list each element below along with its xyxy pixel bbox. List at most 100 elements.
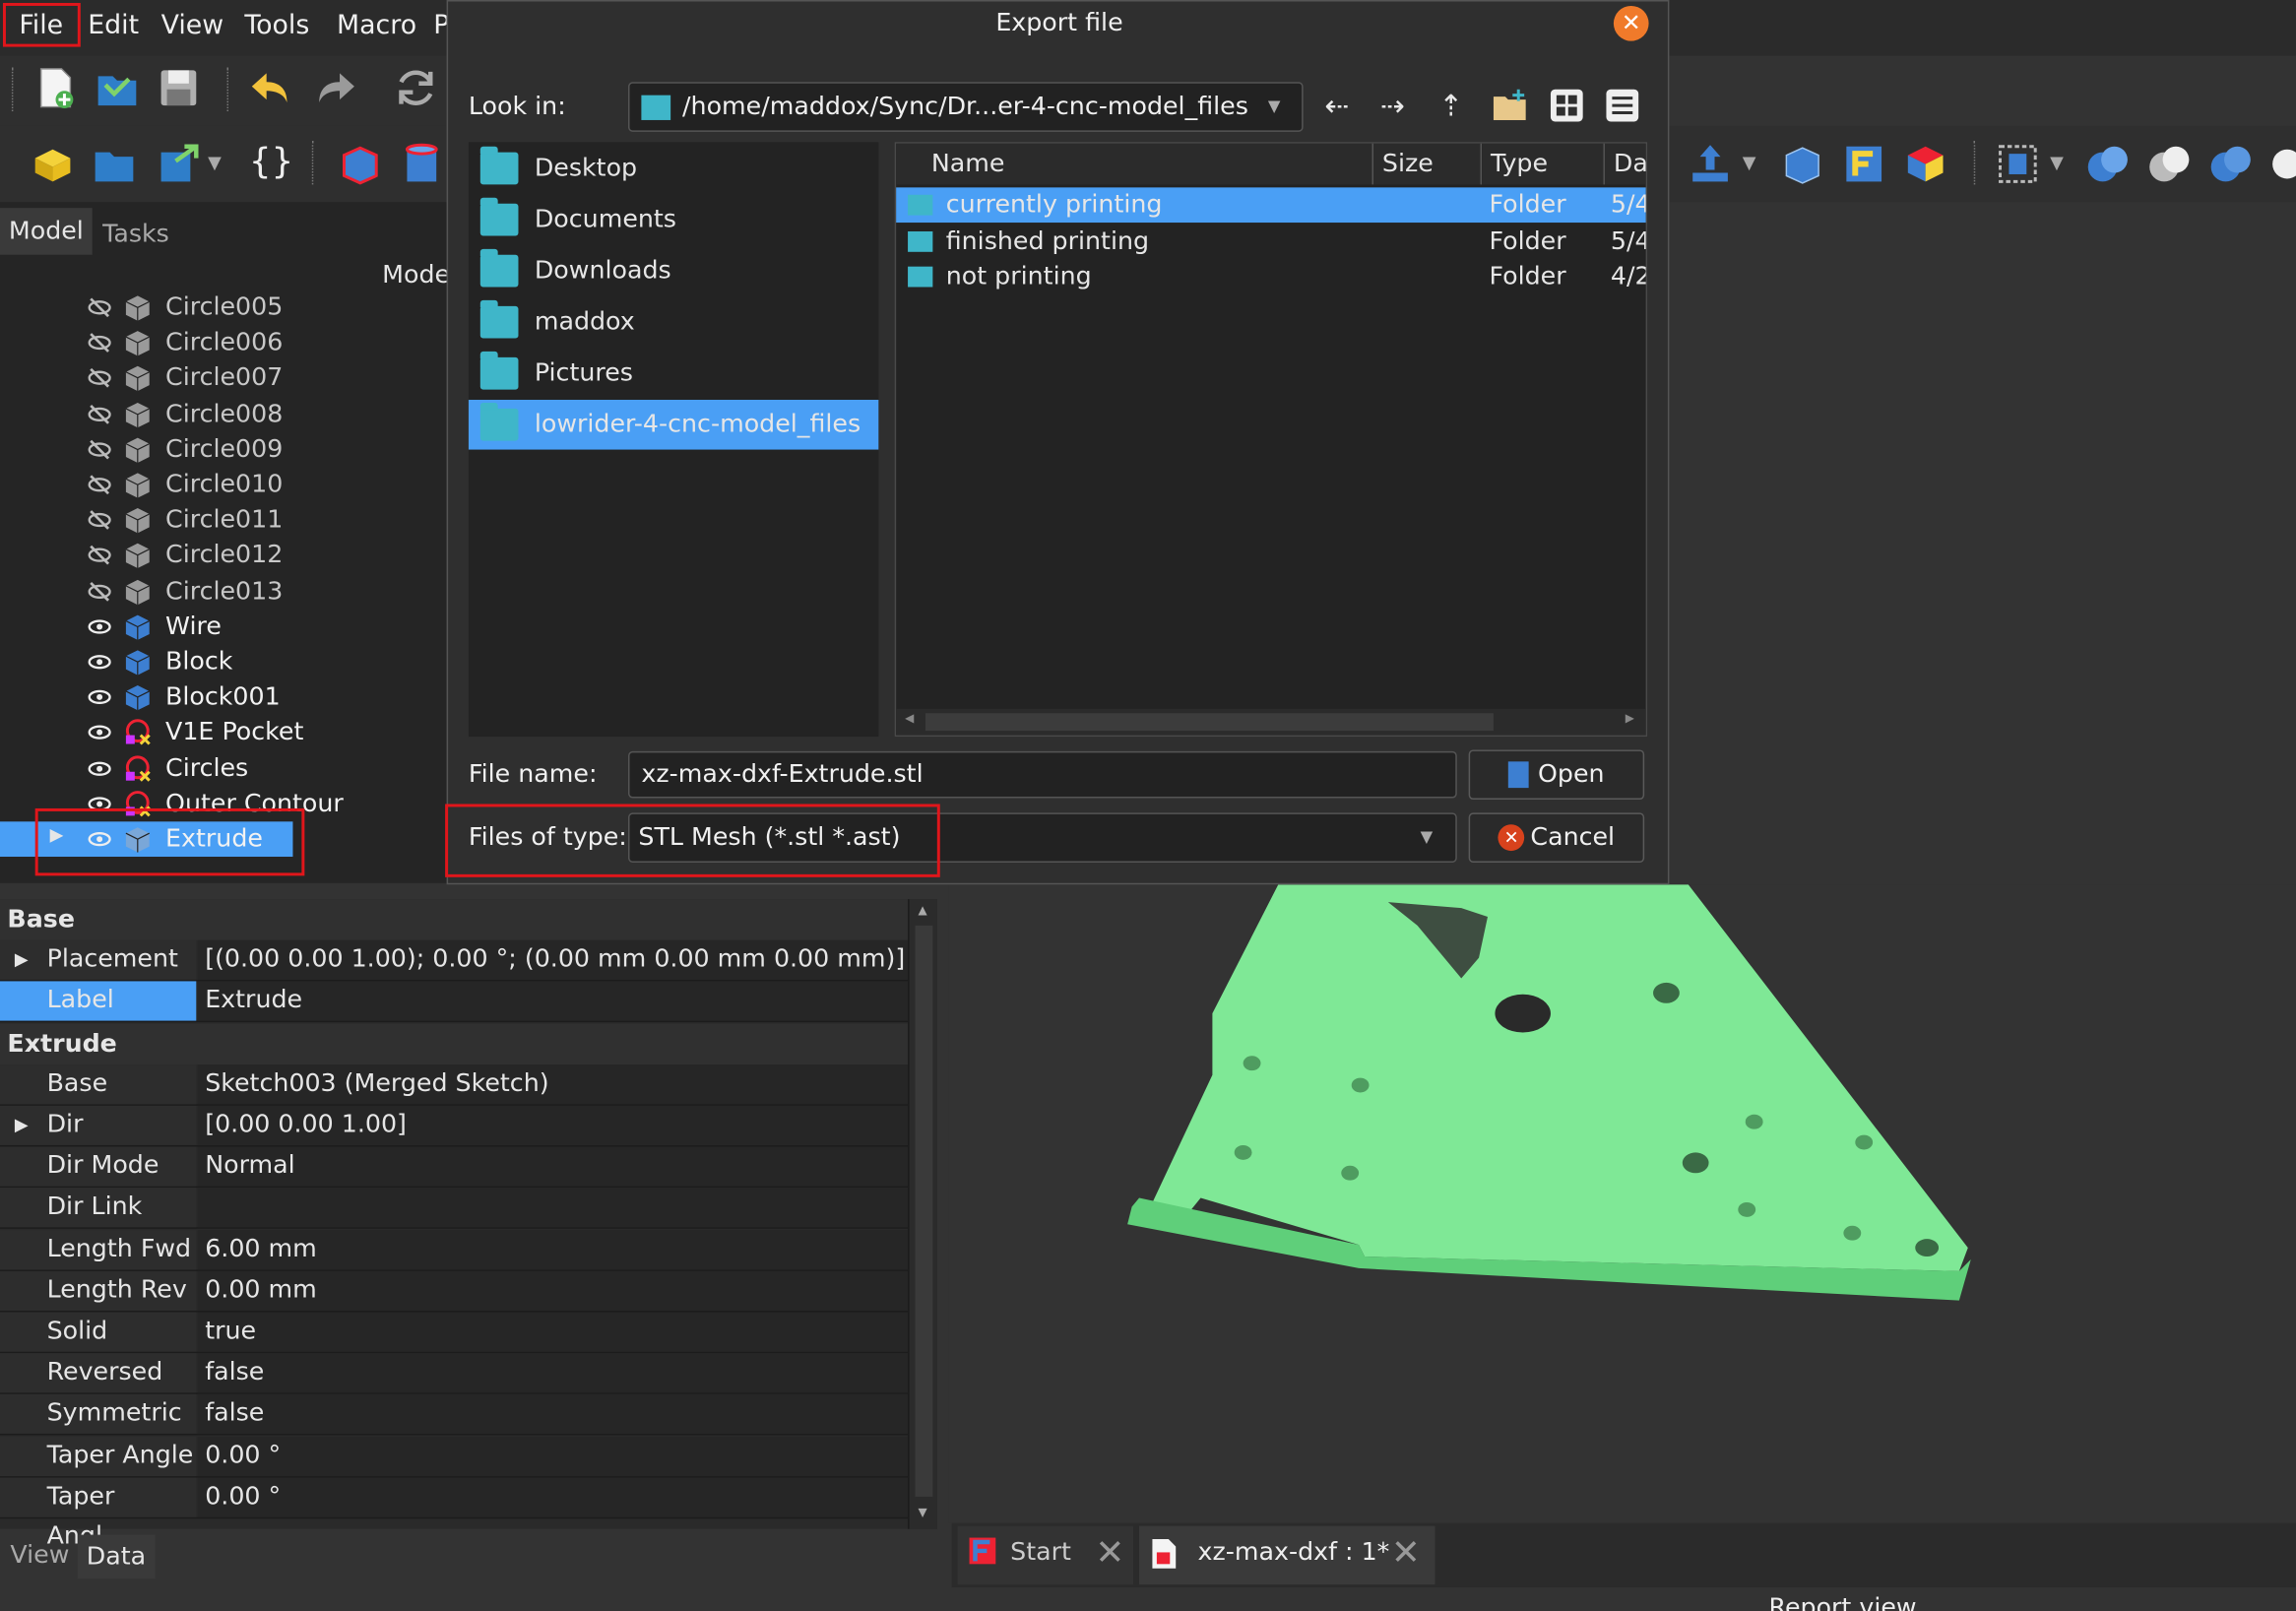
- part-cylinder-icon[interactable]: [399, 141, 446, 188]
- tree-item[interactable]: Circles: [0, 750, 447, 786]
- boolean-common-icon[interactable]: [2266, 141, 2296, 188]
- list-view-icon[interactable]: [1549, 88, 1584, 123]
- tree-item[interactable]: Circle013: [0, 573, 447, 609]
- property-value[interactable]: 0.00 mm: [197, 1270, 909, 1311]
- detail-view-icon[interactable]: [1605, 88, 1640, 123]
- place-item[interactable]: lowrider-4-cnc-model_files: [468, 400, 879, 450]
- column-header-size[interactable]: Size: [1372, 143, 1483, 185]
- property-group-header[interactable]: Extrude: [0, 1022, 909, 1064]
- tree-item[interactable]: Circle008: [0, 396, 447, 431]
- tab-data[interactable]: Data: [77, 1534, 156, 1579]
- eye-hidden-icon[interactable]: [88, 544, 111, 566]
- scroll-right-icon[interactable]: ▶: [1626, 712, 1634, 725]
- view-axonometric-icon[interactable]: [1779, 141, 1826, 188]
- place-item[interactable]: Downloads: [469, 246, 878, 296]
- tree-item[interactable]: V1E Pocket: [0, 715, 447, 750]
- file-name-input[interactable]: xz-max-dxf-Extrude.stl: [628, 750, 1457, 799]
- tab-tasks[interactable]: Tasks: [94, 211, 178, 258]
- scroll-left-icon[interactable]: ◀: [905, 712, 914, 725]
- 3d-view[interactable]: [948, 884, 2296, 1523]
- chevron-down-icon[interactable]: ▼: [1743, 153, 1756, 173]
- link-icon[interactable]: [156, 141, 203, 188]
- property-value[interactable]: 0.00 °: [197, 1477, 909, 1517]
- property-row[interactable]: Symmetric false: [0, 1394, 909, 1437]
- property-value[interactable]: Normal: [197, 1146, 909, 1187]
- eye-hidden-icon[interactable]: [88, 295, 111, 318]
- eye-hidden-icon[interactable]: [88, 402, 111, 424]
- undo-icon[interactable]: [249, 64, 296, 111]
- place-item[interactable]: Desktop: [469, 144, 878, 194]
- boolean-cut-icon[interactable]: [2146, 141, 2194, 188]
- open-button[interactable]: Open: [1468, 749, 1645, 801]
- tree-item[interactable]: Circle005: [0, 290, 447, 325]
- eye-hidden-icon[interactable]: [88, 508, 111, 531]
- column-header-date[interactable]: Dat: [1604, 143, 1646, 185]
- close-dialog-icon[interactable]: ✕: [1613, 5, 1649, 41]
- property-row[interactable]: Taper Angl...0.00 °: [0, 1477, 909, 1551]
- fem-icon[interactable]: [1840, 141, 1887, 188]
- column-header-name[interactable]: Name: [896, 143, 1373, 185]
- open-document-icon[interactable]: [94, 64, 141, 111]
- scrollbar-thumb[interactable]: [915, 925, 933, 1497]
- place-item[interactable]: Documents: [469, 195, 878, 245]
- part-box-icon[interactable]: [337, 141, 384, 188]
- tree-item[interactable]: Circle009: [0, 431, 447, 467]
- redo-icon[interactable]: [310, 64, 357, 111]
- menu-macro[interactable]: Macro: [337, 10, 416, 40]
- property-row[interactable]: Length Rev 0.00 mm: [0, 1270, 909, 1313]
- refresh-icon[interactable]: [393, 64, 440, 111]
- property-value[interactable]: [(0.00 0.00 1.00); 0.00 °; (0.00 mm 0.00…: [197, 940, 909, 981]
- boolean-union-icon[interactable]: [2085, 141, 2133, 188]
- property-value[interactable]: 6.00 mm: [197, 1229, 909, 1269]
- tree-item[interactable]: Wire: [0, 609, 447, 644]
- property-value[interactable]: [0.00 0.00 1.00]: [197, 1105, 909, 1145]
- tree-item[interactable]: Circle010: [0, 467, 447, 502]
- file-list-hscrollbar[interactable]: ◀ ▶: [896, 708, 1646, 736]
- property-group-header[interactable]: Base: [0, 899, 909, 940]
- eye-icon[interactable]: [88, 721, 111, 741]
- parts-library-icon[interactable]: [30, 141, 77, 188]
- property-value[interactable]: false: [197, 1394, 909, 1435]
- property-row[interactable]: Dir Link: [0, 1188, 909, 1230]
- expand-arrow-icon[interactable]: ▶: [15, 1115, 29, 1135]
- tab-start[interactable]: Start ✕: [957, 1525, 1134, 1585]
- back-icon[interactable]: ⇠: [1317, 87, 1356, 125]
- eye-hidden-icon[interactable]: [88, 579, 111, 602]
- selection-box-icon[interactable]: [1995, 141, 2042, 188]
- eye-icon[interactable]: [88, 650, 111, 671]
- forward-icon[interactable]: ⇢: [1373, 87, 1412, 125]
- tree-item[interactable]: Circle012: [0, 538, 447, 573]
- cancel-button[interactable]: ✕ Cancel: [1468, 812, 1645, 863]
- menu-edit[interactable]: Edit: [88, 10, 139, 40]
- scroll-down-icon[interactable]: ▼: [918, 1506, 926, 1518]
- property-value[interactable]: Extrude: [197, 982, 909, 1022]
- save-icon[interactable]: [156, 64, 203, 111]
- property-row[interactable]: Taper Angle 0.00 °: [0, 1436, 909, 1477]
- column-header-type[interactable]: Type: [1482, 143, 1605, 185]
- eye-hidden-icon[interactable]: [88, 366, 111, 389]
- braces-icon[interactable]: {}: [249, 141, 293, 182]
- property-row[interactable]: Length Fwd 6.00 mm: [0, 1229, 909, 1271]
- property-row[interactable]: Solid true: [0, 1312, 909, 1354]
- tree-item[interactable]: Block: [0, 644, 447, 679]
- menu-view[interactable]: View: [161, 10, 224, 40]
- tree-item[interactable]: Block001: [0, 679, 447, 715]
- close-tab-icon[interactable]: ✕: [1095, 1532, 1124, 1574]
- property-value[interactable]: false: [197, 1353, 909, 1393]
- eye-icon[interactable]: [88, 614, 111, 635]
- property-value[interactable]: Sketch003 (Merged Sketch): [197, 1063, 909, 1105]
- tree-item[interactable]: Circle011: [0, 502, 447, 538]
- property-value[interactable]: [197, 1188, 909, 1228]
- tab-view[interactable]: View: [10, 1541, 69, 1571]
- property-row[interactable]: Dir Mode Normal: [0, 1146, 909, 1189]
- menu-tools[interactable]: Tools: [244, 10, 309, 40]
- file-row[interactable]: currently printing Folder 5/4: [896, 187, 1646, 224]
- eye-icon[interactable]: [88, 756, 111, 777]
- file-row[interactable]: finished printing Folder 5/4: [896, 224, 1646, 259]
- property-row[interactable]: Placement ▶ [(0.00 0.00 1.00); 0.00 °; (0.…: [0, 940, 909, 982]
- property-value[interactable]: true: [197, 1312, 909, 1352]
- color-cube-icon[interactable]: [1902, 141, 1949, 188]
- property-value[interactable]: 0.00 °: [197, 1436, 909, 1476]
- tab-document[interactable]: xz-max-dxf : 1* ✕: [1139, 1525, 1435, 1585]
- tab-model[interactable]: Model: [0, 208, 93, 255]
